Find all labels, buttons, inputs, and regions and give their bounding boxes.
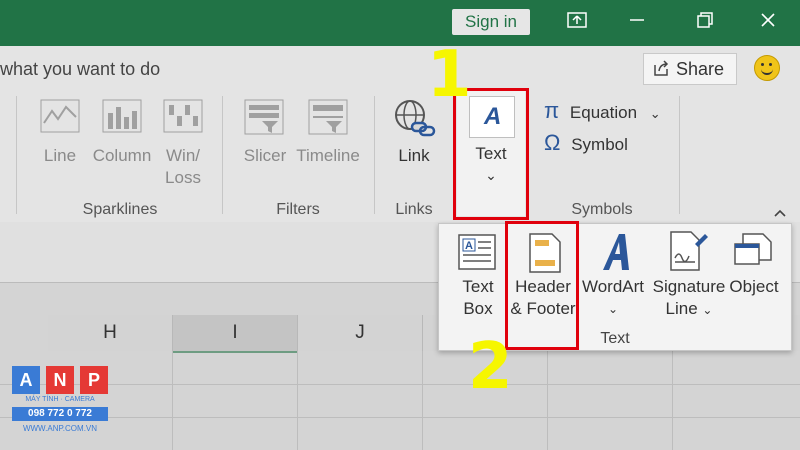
logo-website: WWW.ANP.COM.VN bbox=[22, 424, 98, 433]
equation-label: Equation bbox=[569, 103, 638, 122]
sign-in-button[interactable]: Sign in bbox=[452, 9, 530, 35]
sparkline-column-button[interactable]: Column bbox=[90, 145, 154, 167]
signature-line-button[interactable]: Signature Line ⌄ bbox=[649, 276, 729, 321]
share-button[interactable]: Share bbox=[643, 53, 737, 85]
grid-line bbox=[172, 351, 173, 450]
title-bar: Sign in bbox=[0, 0, 800, 46]
sparkline-winloss-button[interactable]: Win/ Loss bbox=[158, 145, 208, 189]
grid-line bbox=[297, 351, 298, 450]
signature-label-1: Signature bbox=[652, 277, 726, 296]
object-icon bbox=[733, 232, 775, 277]
anp-logo: A N P MÁY TÍNH · CAMERA 098 772 0 772 WW… bbox=[12, 366, 108, 440]
symbol-label: Symbol bbox=[571, 135, 628, 154]
timeline-icon bbox=[308, 99, 348, 140]
grid-line bbox=[547, 351, 548, 450]
collapse-ribbon-icon[interactable] bbox=[773, 205, 787, 223]
chevron-down-icon: ⌄ bbox=[607, 302, 619, 316]
column-header-h[interactable]: H bbox=[48, 315, 173, 351]
sparkline-column-icon bbox=[102, 99, 142, 138]
wordart-icon bbox=[597, 230, 637, 279]
ribbon-separator bbox=[222, 96, 223, 214]
object-button[interactable]: Object bbox=[727, 276, 781, 298]
feedback-smiley-icon[interactable] bbox=[754, 55, 780, 81]
text-box-button[interactable]: Text Box bbox=[449, 276, 507, 320]
sparkline-line-icon bbox=[40, 99, 80, 138]
column-header-i[interactable]: I bbox=[173, 315, 298, 353]
text-box-icon: A bbox=[457, 232, 497, 277]
slicer-button[interactable]: Slicer bbox=[240, 145, 290, 167]
grid-line bbox=[0, 384, 800, 385]
link-button[interactable]: Link bbox=[392, 145, 436, 167]
sparkline-line-button[interactable]: Line bbox=[36, 145, 84, 167]
tell-me-search[interactable]: what you want to do bbox=[0, 59, 160, 80]
column-header-j[interactable]: J bbox=[298, 315, 423, 351]
chevron-down-icon: ⌄ bbox=[649, 106, 661, 121]
links-group-label: Links bbox=[395, 201, 433, 218]
logo-letter-n: N bbox=[46, 366, 74, 394]
timeline-button[interactable]: Timeline bbox=[295, 145, 361, 167]
grid-line bbox=[422, 351, 423, 450]
ribbon-separator bbox=[374, 96, 375, 214]
logo-phone: 098 772 0 772 bbox=[12, 407, 108, 421]
chevron-down-icon: ⌄ bbox=[702, 303, 713, 317]
share-icon bbox=[652, 54, 670, 93]
symbols-group-label: Symbols bbox=[571, 201, 633, 218]
signature-label-2: Line ⌄ bbox=[665, 299, 713, 318]
step-2-callout: 2 bbox=[468, 330, 513, 404]
ribbon-separator bbox=[16, 96, 17, 214]
restore-icon[interactable] bbox=[689, 8, 721, 38]
winloss-label-2: Loss bbox=[165, 168, 201, 187]
logo-letter-p: P bbox=[80, 366, 108, 394]
logo-tagline: MÁY TÍNH · CAMERA bbox=[25, 396, 95, 403]
filters-group-label: Filters bbox=[276, 201, 320, 218]
close-icon[interactable] bbox=[752, 8, 784, 38]
sparklines-group-label: Sparklines bbox=[82, 201, 158, 218]
text-box-label-2: Box bbox=[463, 299, 493, 318]
symbol-button[interactable]: Ω Symbol bbox=[544, 130, 628, 156]
grid-line bbox=[672, 351, 673, 450]
grid-line bbox=[0, 417, 800, 418]
minimize-icon[interactable] bbox=[621, 8, 653, 38]
wordart-label: WordArt bbox=[581, 277, 645, 296]
wordart-button[interactable]: WordArt ⌄ bbox=[579, 276, 647, 320]
omega-icon: Ω bbox=[544, 130, 561, 155]
slicer-icon bbox=[244, 99, 284, 140]
step-1-callout: 1 bbox=[427, 38, 472, 112]
ribbon-display-options-icon[interactable] bbox=[561, 8, 593, 38]
equation-button[interactable]: π Equation ⌄ bbox=[544, 98, 661, 124]
logo-letter-a: A bbox=[12, 366, 40, 394]
highlight-box-header-footer bbox=[505, 221, 579, 350]
signature-line-icon bbox=[669, 230, 709, 279]
svg-text:A: A bbox=[465, 240, 473, 252]
text-box-label-1: Text bbox=[462, 277, 494, 296]
winloss-label-1: Win/ bbox=[166, 146, 200, 165]
share-label: Share bbox=[676, 59, 725, 79]
text-group-label: Text bbox=[600, 330, 630, 347]
sparkline-winloss-icon bbox=[163, 99, 203, 138]
ribbon-separator bbox=[679, 96, 680, 214]
pi-icon: π bbox=[544, 98, 560, 123]
